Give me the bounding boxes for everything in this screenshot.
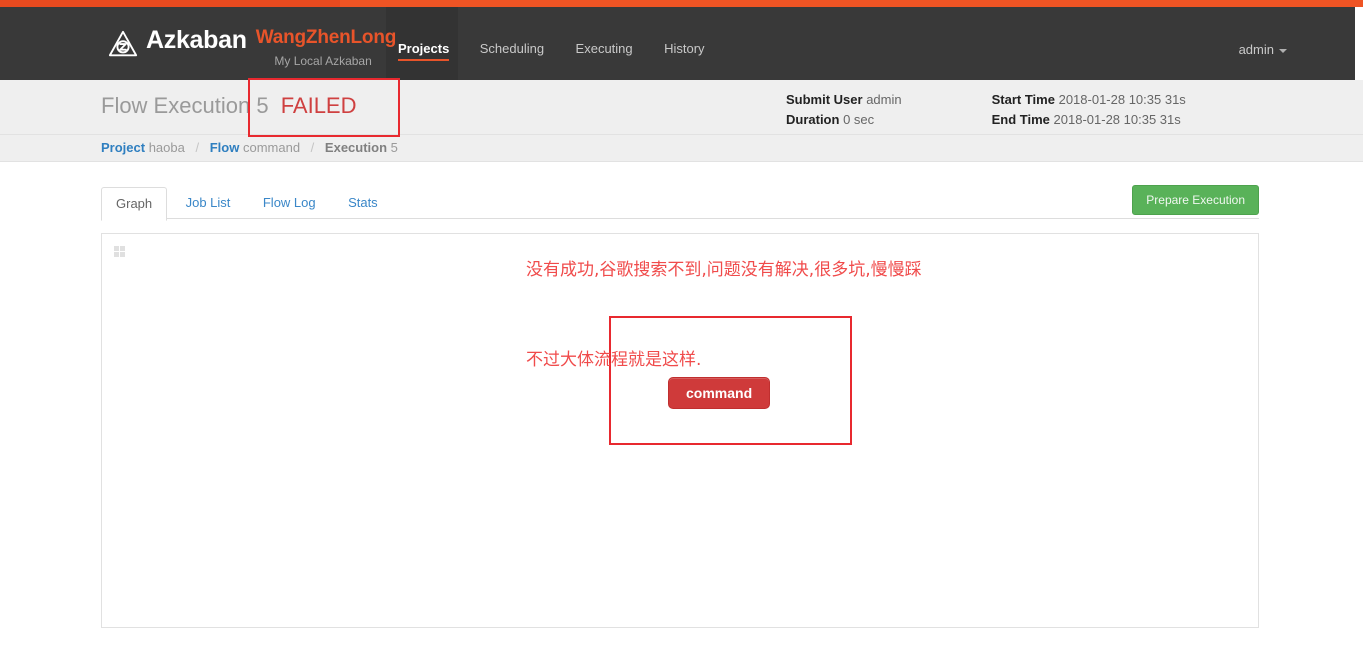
page-title-prefix: Flow Execution bbox=[101, 93, 251, 118]
breadcrumb-flow-label[interactable]: Flow bbox=[210, 140, 240, 155]
nav-item-scheduling[interactable]: Scheduling bbox=[480, 40, 544, 57]
tabs: Graph Job List Flow Log Stats Prepare Ex… bbox=[101, 185, 1259, 221]
breadcrumb-bar: Project haoba / Flow command / Execution… bbox=[0, 135, 1363, 162]
breadcrumb-project-label[interactable]: Project bbox=[101, 140, 145, 155]
azkaban-logo-icon bbox=[108, 30, 138, 57]
breadcrumb-flow-value[interactable]: command bbox=[243, 140, 300, 155]
chevron-down-icon bbox=[1279, 48, 1287, 53]
breadcrumb-execution-value: 5 bbox=[390, 140, 398, 155]
nav-item-executing[interactable]: Executing bbox=[576, 40, 633, 57]
graph-panel: command bbox=[101, 233, 1259, 628]
breadcrumb: Project haoba / Flow command / Execution… bbox=[101, 140, 398, 155]
page-title-execution-number: 5 bbox=[256, 93, 269, 118]
grid-handle-icon[interactable] bbox=[114, 246, 128, 260]
end-time-label: End Time bbox=[991, 112, 1050, 127]
brand-user: WangZhenLong bbox=[255, 27, 397, 48]
nav-item-history[interactable]: History bbox=[664, 40, 704, 57]
summary-row-duration: Duration 0 sec bbox=[786, 110, 988, 130]
start-time-value: 2018-01-28 10:35 31s bbox=[1058, 92, 1186, 107]
top-navbar: Azkaban WangZhenLong My Local Azkaban Pro… bbox=[0, 7, 1355, 80]
end-time-value: 2018-01-28 10:35 31s bbox=[1053, 112, 1181, 127]
page-root: Azkaban WangZhenLong My Local Azkaban Pro… bbox=[0, 0, 1363, 656]
duration-label: Duration bbox=[786, 112, 840, 127]
brand-name: Azkaban bbox=[146, 26, 247, 54]
summary-column-user: Submit User admin Duration 0 sec bbox=[786, 90, 988, 130]
breadcrumb-project-value[interactable]: haoba bbox=[149, 140, 185, 155]
nav-links: Projects Scheduling Executing History bbox=[386, 40, 732, 64]
tabs-row: Graph Job List Flow Log Stats Prepare Ex… bbox=[101, 185, 1259, 221]
summary-row-submit-user: Submit User admin bbox=[786, 90, 988, 110]
graph-node-command[interactable]: command bbox=[668, 377, 771, 409]
summary-column-times: Start Time 2018-01-28 10:35 31s End Time… bbox=[992, 90, 1186, 130]
brand-subtitle: My Local Azkaban bbox=[274, 54, 372, 68]
summary-row-end-time: End Time 2018-01-28 10:35 31s bbox=[992, 110, 1186, 130]
tab-stats[interactable]: Stats bbox=[334, 187, 392, 219]
duration-value: 0 sec bbox=[843, 112, 875, 127]
breadcrumb-separator-2: / bbox=[310, 140, 315, 155]
status-badge: FAILED bbox=[280, 93, 357, 118]
account-menu-label: admin bbox=[1238, 42, 1274, 57]
tab-graph[interactable]: Graph bbox=[101, 187, 168, 221]
submit-user-value: admin bbox=[866, 92, 902, 107]
account-menu[interactable]: admin bbox=[1239, 42, 1287, 57]
page-title: Flow Execution 5 FAILED bbox=[101, 93, 357, 119]
breadcrumb-separator: / bbox=[195, 140, 200, 155]
start-time-label: Start Time bbox=[991, 92, 1055, 107]
brand[interactable]: Azkaban WangZhenLong My Local Azkaban bbox=[108, 28, 396, 67]
submit-user-label: Submit User bbox=[786, 92, 863, 107]
breadcrumb-execution-label: Execution bbox=[324, 140, 388, 155]
execution-summary-bar: Flow Execution 5 FAILED Submit User admi… bbox=[0, 80, 1363, 135]
summary-row-start-time: Start Time 2018-01-28 10:35 31s bbox=[992, 90, 1186, 110]
tab-flow-log[interactable]: Flow Log bbox=[249, 187, 330, 219]
summary-details: Submit User admin Duration 0 sec Start T… bbox=[786, 90, 1256, 130]
prepare-execution-button[interactable]: Prepare Execution bbox=[1132, 185, 1259, 215]
top-accent-bar bbox=[0, 0, 1363, 7]
tab-job-list[interactable]: Job List bbox=[172, 187, 245, 219]
nav-item-projects[interactable]: Projects bbox=[398, 40, 450, 61]
